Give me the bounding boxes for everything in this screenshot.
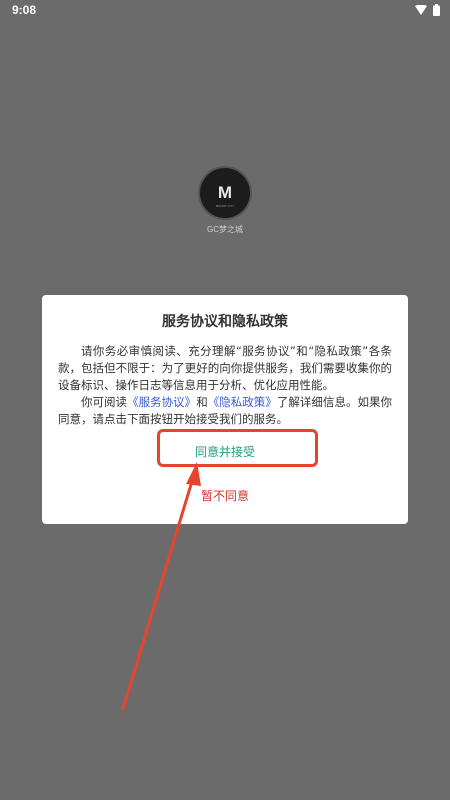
app-logo-mark: M bbox=[218, 183, 232, 202]
privacy-dialog: 服务协议和隐私政策 请你务必审慎阅读、充分理解“服务协议”和“隐私政策”各条款，… bbox=[42, 295, 408, 524]
app-logo-wrap: M MOUNT CITY bbox=[200, 168, 250, 218]
dialog-paragraph-2: 你可阅读《服务协议》和《隐私政策》了解详细信息。如果你同意，请点击下面按钮开始接… bbox=[58, 394, 392, 428]
battery-icon bbox=[433, 4, 440, 16]
dialog-body: 请你务必审慎阅读、充分理解“服务协议”和“隐私政策”各条款，包括但不限于：为了更… bbox=[58, 343, 392, 428]
app-logo-subtext: MOUNT CITY bbox=[216, 204, 235, 208]
status-time: 9:08 bbox=[12, 3, 37, 17]
dialog-title: 服务协议和隐私政策 bbox=[162, 314, 288, 330]
status-icons bbox=[415, 4, 440, 16]
app-logo: M MOUNT CITY bbox=[200, 168, 250, 218]
app-name: GC梦之城 bbox=[207, 225, 243, 234]
paragraph2-prefix: 你可阅读 bbox=[81, 395, 128, 409]
dialog-paragraph-1: 请你务必审慎阅读、充分理解“服务协议”和“隐私政策”各条款，包括但不限于：为了更… bbox=[58, 344, 392, 392]
status-bar: 9:08 bbox=[0, 0, 450, 22]
decline-button[interactable]: 暂不同意 bbox=[42, 484, 408, 508]
privacy-policy-link[interactable]: 《隐私政策》 bbox=[208, 395, 277, 409]
accept-button[interactable]: 同意并接受 bbox=[42, 440, 408, 464]
service-agreement-link[interactable]: 《服务协议》 bbox=[127, 395, 196, 409]
paragraph2-and: 和 bbox=[196, 395, 208, 409]
wifi-icon bbox=[415, 5, 427, 15]
